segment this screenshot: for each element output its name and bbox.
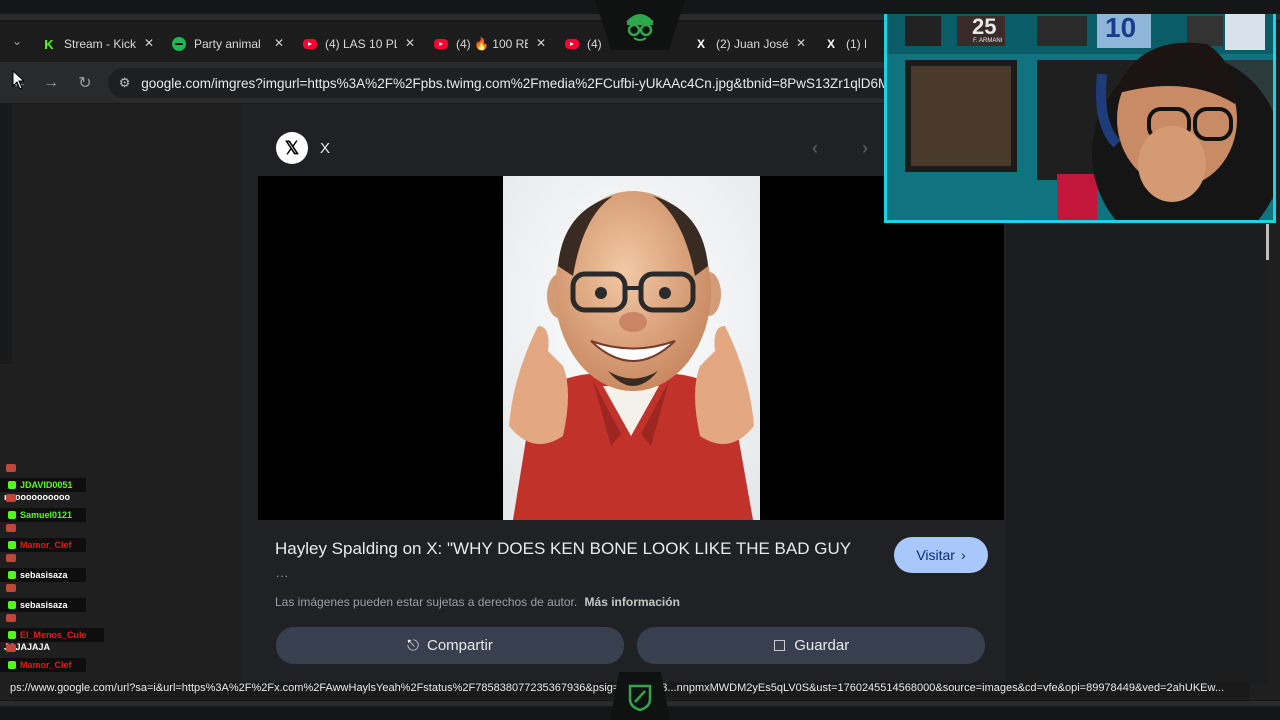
chat-message: sebasisaza — [0, 568, 86, 582]
chat-emote-icon — [6, 614, 16, 622]
youtube-icon — [434, 39, 448, 49]
preview-image[interactable] — [503, 176, 760, 520]
tab-title: (4) LAS 10 PL — [325, 37, 397, 51]
chat-username[interactable]: sebasisaza — [20, 600, 68, 610]
share-icon: ⎋ — [407, 637, 419, 654]
result-title-link[interactable]: Hayley Spalding on X: "WHY DOES KEN BONE… — [275, 539, 875, 559]
save-button[interactable]: ☐ Guardar — [637, 627, 985, 664]
tab-list-chevron-icon[interactable]: ⌄ — [6, 30, 28, 52]
browser-tab[interactable]: Party animal ✕ — [172, 30, 284, 58]
site-settings-icon[interactable]: ⚙ — [108, 75, 141, 91]
tab-title: (4) — [587, 37, 602, 51]
tab-title: (2) Juan José — [716, 37, 788, 51]
webcam-overlay: 25 F. ARMANI 10 — [884, 14, 1276, 223]
tab-title: Party animal — [194, 37, 261, 51]
visit-label: Visitar — [916, 547, 955, 563]
kick-badge-icon — [8, 481, 16, 489]
next-image-chevron-icon[interactable]: › — [862, 138, 868, 159]
chat-emote-icon — [6, 524, 16, 532]
chat-message: El_Menos_Cule — [0, 628, 104, 642]
kick-badge-icon — [8, 631, 16, 639]
share-label: Compartir — [427, 637, 493, 654]
chat-username[interactable]: El_Menos_Cule — [20, 630, 87, 640]
kick-badge-icon — [8, 661, 16, 669]
chat-emote-icon — [6, 464, 16, 472]
kick-badge-icon — [8, 541, 16, 549]
forward-arrow-icon[interactable]: → — [40, 72, 62, 94]
address-url[interactable]: google.com/imgres?imgurl=https%3A%2F%2Fp… — [141, 76, 898, 91]
browser-tab[interactable]: X (1) Notic — [824, 30, 884, 58]
scrollbar-thumb[interactable] — [1266, 224, 1269, 260]
right-empty-panel — [1006, 224, 1268, 684]
tab-close-icon[interactable]: ✕ — [796, 36, 806, 50]
x-logo-icon: 𝕏 — [276, 132, 308, 164]
bookmark-icon: ☐ — [772, 637, 787, 655]
chat-username[interactable]: Samuel0121 — [20, 510, 72, 520]
chevron-right-icon: › — [960, 547, 966, 563]
kick-icon: K — [44, 36, 54, 52]
prev-image-chevron-icon[interactable]: ‹ — [812, 138, 818, 159]
share-button[interactable]: ⎋ Compartir — [276, 627, 624, 664]
kick-badge-icon — [8, 571, 16, 579]
chat-username[interactable]: Mamor_Clef — [20, 540, 72, 550]
browser-tab[interactable]: X (2) Juan José ✕ — [694, 30, 806, 58]
left-side-strip — [0, 104, 12, 364]
kick-badge-icon — [8, 511, 16, 519]
tab-close-icon[interactable]: ✕ — [536, 36, 546, 50]
tab-close-icon[interactable]: ✕ — [274, 36, 284, 50]
tab-title: (4) 🔥 100 RE — [456, 37, 528, 51]
jersey-number-right: 10 — [1105, 14, 1137, 43]
stream-chat-overlay: JDAVID0051 nooooooooooo Samuel0121 Mamor_Cl… — [0, 460, 300, 685]
chat-emote-icon — [6, 554, 16, 562]
browser-tab[interactable]: (4) 🔥 100 RE ✕ — [434, 30, 546, 58]
mouse-cursor-icon — [12, 70, 24, 90]
tab-title: (1) Notic — [846, 37, 866, 51]
save-label: Guardar — [794, 637, 850, 654]
address-bar[interactable]: ⚙ google.com/imgres?imgurl=https%3A%2F%2… — [108, 68, 898, 98]
jersey-name-left: F. ARMANI — [973, 38, 1003, 44]
youtube-icon — [565, 39, 579, 49]
chat-message: sebasisaza — [0, 598, 86, 612]
chat-message: Mamor_Clef — [0, 538, 86, 552]
reload-icon[interactable]: ↻ — [74, 72, 96, 94]
stream-screen: ⌄ K Stream - Kick ✕ Party animal ✕ (4) LAS 10… — [0, 0, 1280, 720]
chat-message: Samuel0121 — [0, 508, 86, 522]
chat-message: Mamor_Clef — [0, 658, 86, 672]
mascot-face-icon — [626, 14, 654, 41]
browser-tab-bar: ⌄ K Stream - Kick ✕ Party animal ✕ (4) LAS 10… — [0, 22, 884, 62]
youtube-icon — [303, 39, 317, 49]
chat-emote-icon — [6, 584, 16, 592]
more-info-link[interactable]: Más información — [585, 595, 680, 609]
x-icon: X — [696, 37, 705, 51]
visit-button[interactable]: Visitar › — [894, 537, 988, 573]
copyright-text: Las imágenes pueden estar sujetas a dere… — [275, 595, 578, 609]
tab-close-icon[interactable]: ✕ — [405, 36, 415, 50]
webcam-feed — [887, 14, 1273, 220]
streamer-shield-logo — [610, 672, 670, 720]
kick-badge-icon — [8, 601, 16, 609]
spotify-icon — [172, 37, 186, 51]
source-name[interactable]: X — [320, 140, 330, 157]
browser-toolbar: ← → ↻ ⚙ google.com/imgres?imgurl=https%3… — [0, 62, 898, 104]
tab-title: Stream - Kick — [64, 37, 136, 51]
chat-username[interactable]: JDAVID0051 — [20, 480, 72, 490]
x-icon: X — [826, 37, 835, 51]
browser-tab[interactable]: (4) LAS 10 PL ✕ — [303, 30, 415, 58]
chat-username[interactable]: Mamor_Clef — [20, 660, 72, 670]
jersey-number-left: 25 — [972, 14, 997, 39]
chat-emote-icon — [6, 494, 16, 502]
shield-logo-icon — [628, 684, 652, 711]
tab-close-icon[interactable]: ✕ — [144, 36, 154, 50]
copyright-notice: Las imágenes pueden estar sujetas a dere… — [275, 595, 680, 609]
chat-message: JDAVID0051 — [0, 478, 86, 492]
chat-emote-icon — [6, 644, 16, 652]
browser-tab[interactable]: K Stream - Kick ✕ — [42, 30, 154, 58]
cartoon-man-thumbs-up-image — [503, 176, 760, 520]
chat-username[interactable]: sebasisaza — [20, 570, 68, 580]
